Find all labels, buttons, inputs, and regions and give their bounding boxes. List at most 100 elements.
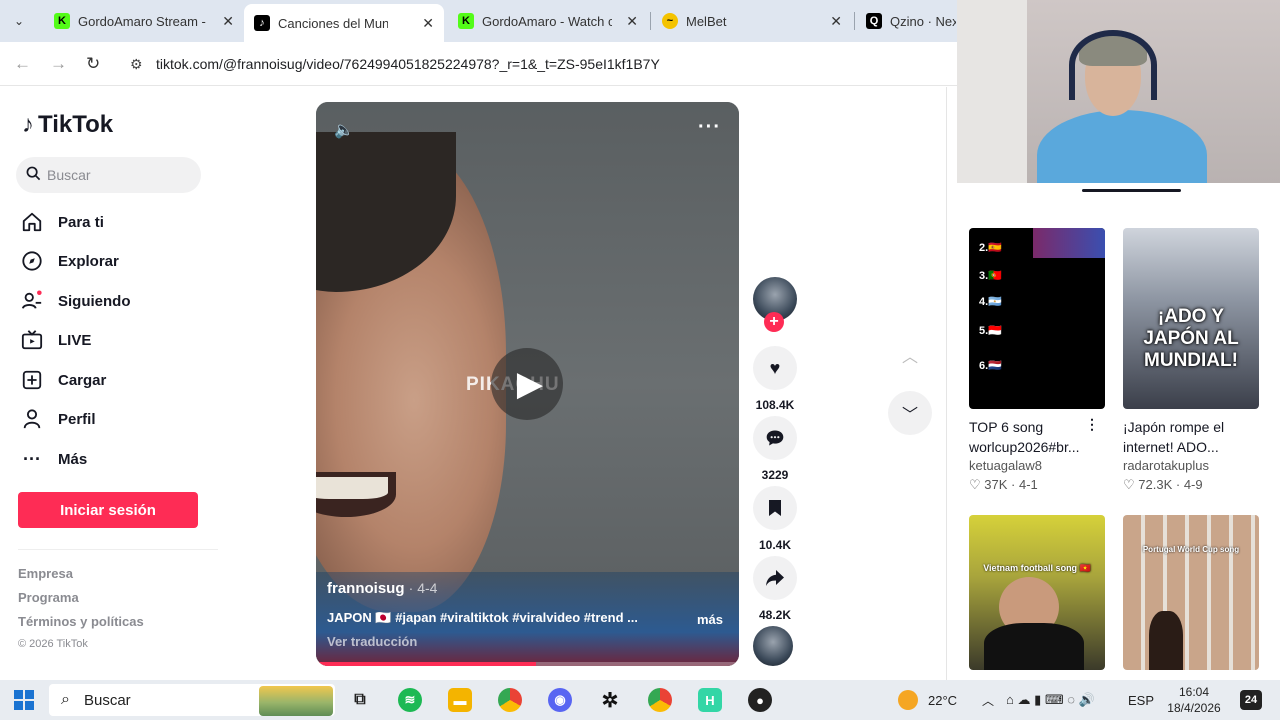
related-thumbnail[interactable]: Portugal World Cup song <box>1123 515 1259 670</box>
video-author-name: frannoisug <box>327 580 405 597</box>
weather-temp[interactable]: 22°C <box>928 680 957 720</box>
related-title[interactable]: ¡Japón rompe el internet! ADO... <box>1123 417 1243 457</box>
video-author[interactable]: frannoisug · 4-4 <box>327 580 437 597</box>
site-settings-icon[interactable]: ⚙ <box>130 56 143 73</box>
close-tab-icon[interactable]: ✕ <box>830 13 842 30</box>
tiktok-sidebar: ♪ TikTok Buscar Para ti Explorar Siguien… <box>0 87 230 680</box>
heart-outline-icon: ♡ <box>1123 477 1135 492</box>
browser-tab-4[interactable]: ~ MelBet ✕ <box>652 6 852 36</box>
tab-title: Qzino · Next- <box>890 13 956 29</box>
task-view-icon[interactable]: ⧉ <box>348 688 372 712</box>
rank-item: 3.🇵🇹 <box>979 270 1002 282</box>
forward-arrow-icon[interactable]: → <box>50 54 67 74</box>
logo-text: TikTok <box>38 111 114 138</box>
sidebar-item-live[interactable]: LIVE <box>20 325 91 355</box>
share-icon[interactable] <box>753 556 797 600</box>
related-scroll-indicator[interactable] <box>1082 189 1181 192</box>
browser-tab-2[interactable]: ♪ Canciones del Mundi ✕ <box>244 4 444 42</box>
caption-more-link[interactable]: más <box>697 612 723 627</box>
url-field[interactable]: ⚙ tiktok.com/@frannoisug/video/762499405… <box>118 48 958 80</box>
search-icon <box>26 166 41 184</box>
next-video-chevron-down-icon[interactable]: ﹀ <box>888 391 932 435</box>
nav-label: Más <box>58 450 88 468</box>
tab-title: GordoAmaro Stream - W <box>78 13 208 29</box>
related-video-card-4[interactable]: Portugal World Cup song <box>1123 515 1259 670</box>
share-action[interactable]: 48.2K <box>752 556 798 622</box>
video-progress-bar[interactable] <box>316 662 739 666</box>
bookmark-icon[interactable] <box>753 486 797 530</box>
related-thumbnail[interactable]: ¡ADO Y JAPÓN AL MUNDIAL! <box>1123 228 1259 409</box>
spotify-icon[interactable]: ≋ <box>398 688 422 712</box>
sound-avatar[interactable] <box>753 626 793 666</box>
clock-time: 16:04 <box>1178 685 1210 699</box>
close-tab-icon[interactable]: ✕ <box>626 13 638 30</box>
close-tab-icon[interactable]: ✕ <box>222 13 234 30</box>
tab-search-dropdown-icon[interactable]: ⌄ <box>6 8 32 34</box>
related-user[interactable]: ketuagalaw8 <box>969 458 1105 473</box>
browser-tab-1[interactable]: K GordoAmaro Stream - W ✕ <box>44 6 244 36</box>
obs-icon[interactable]: ● <box>748 688 772 712</box>
related-thumbnail[interactable]: Vietnam football song 🇻🇳 <box>969 515 1105 670</box>
reload-icon[interactable]: ↻ <box>86 54 100 74</box>
login-button[interactable]: Iniciar sesión <box>18 492 198 528</box>
heart-icon[interactable]: ♥ <box>753 346 797 390</box>
footer-link-programa[interactable]: Programa <box>18 590 79 605</box>
save-count: 10.4K <box>758 538 792 552</box>
more-icon: ··· <box>23 448 41 469</box>
nav-label: Siguiendo <box>58 292 131 310</box>
play-icon[interactable]: ▶ <box>491 348 563 420</box>
previous-video-chevron-up-icon[interactable]: ︿ <box>888 333 932 377</box>
browser-tab-3[interactable]: K GordoAmaro - Watch cli ✕ <box>448 6 648 36</box>
sidebar-item-cargar[interactable]: Cargar <box>20 365 106 395</box>
thumbnail-photo-strip <box>1033 228 1105 258</box>
footer-link-empresa[interactable]: Empresa <box>18 566 73 581</box>
chrome-active-icon[interactable] <box>648 688 672 712</box>
back-arrow-icon[interactable]: ← <box>14 54 31 74</box>
weather-sun-icon[interactable] <box>898 690 918 710</box>
related-more-icon[interactable]: ⋮ <box>1085 416 1099 433</box>
related-thumbnail[interactable]: 2.🇪🇸 3.🇵🇹 4.🇦🇷 5.🇮🇩 6.🇳🇱 <box>969 228 1105 409</box>
thumbnail-text: Vietnam football song 🇻🇳 <box>983 563 1091 573</box>
webcam-overlay <box>957 0 1280 183</box>
nav-label: Explorar <box>58 252 119 270</box>
windows-start-icon[interactable] <box>14 690 34 710</box>
save-action[interactable]: 10.4K <box>752 486 798 552</box>
taskbar-clock[interactable]: 16:04 18/4/2026 <box>1164 684 1224 716</box>
sidebar-item-explorar[interactable]: Explorar <box>20 246 119 276</box>
notification-badge[interactable]: 24 <box>1240 690 1262 710</box>
related-video-card-3[interactable]: Vietnam football song 🇻🇳 <box>969 515 1105 670</box>
url-text: tiktok.com/@frannoisug/video/76249940518… <box>156 56 660 72</box>
sidebar-item-siguiendo[interactable]: Siguiendo <box>20 286 131 316</box>
comment-action[interactable]: 3229 <box>752 416 798 482</box>
close-tab-icon[interactable]: ✕ <box>422 15 434 32</box>
translate-link[interactable]: Ver traducción <box>327 634 417 649</box>
app-h-icon[interactable]: H <box>698 688 722 712</box>
related-user[interactable]: radarotakuplus <box>1123 458 1259 473</box>
sidebar-item-perfil[interactable]: Perfil <box>20 404 96 434</box>
like-action[interactable]: ♥ 108.4K <box>752 346 798 412</box>
tray-icons[interactable]: ⌂ ☁ ▮ ⌨ ◌ 🔊 <box>1006 680 1095 720</box>
tiktok-logo[interactable]: ♪ TikTok <box>22 111 113 139</box>
chrome-icon[interactable] <box>498 688 522 712</box>
search-placeholder: Buscar <box>47 167 91 183</box>
chatgpt-icon[interactable]: ✲ <box>598 688 622 712</box>
video-player[interactable]: PIKACHU ▶ 🔈 ··· frannoisug · 4-4 JAPON 🇯… <box>316 102 739 666</box>
taskbar-search-input[interactable]: ⌕ Buscar <box>49 684 335 716</box>
search-input[interactable]: Buscar <box>16 157 201 193</box>
language-indicator[interactable]: ESP <box>1128 680 1154 720</box>
tray-chevron-up-icon[interactable]: ︿ <box>982 680 994 720</box>
discord-icon[interactable]: ◉ <box>548 688 572 712</box>
footer-link-terminos[interactable]: Términos y políticas <box>18 614 144 629</box>
related-video-card-1[interactable]: 2.🇪🇸 3.🇵🇹 4.🇦🇷 5.🇮🇩 6.🇳🇱 TOP 6 song worl… <box>969 228 1105 493</box>
file-explorer-icon[interactable]: ▬ <box>448 688 472 712</box>
follow-plus-icon[interactable]: + <box>764 312 784 332</box>
volume-icon[interactable]: 🔈 <box>334 120 354 140</box>
related-video-card-2[interactable]: ¡ADO Y JAPÓN AL MUNDIAL! ¡Japón rompe el… <box>1123 228 1259 493</box>
comment-icon[interactable] <box>753 416 797 460</box>
browser-tab-5[interactable]: Q Qzino · Next- <box>856 6 956 36</box>
sidebar-item-para-ti[interactable]: Para ti <box>20 207 104 237</box>
sidebar-item-mas[interactable]: ··· Más <box>20 444 87 474</box>
video-more-icon[interactable]: ··· <box>698 116 721 139</box>
related-title[interactable]: TOP 6 song worlcup2026#br... <box>969 417 1089 457</box>
rank-item: 6.🇳🇱 <box>979 360 1002 372</box>
